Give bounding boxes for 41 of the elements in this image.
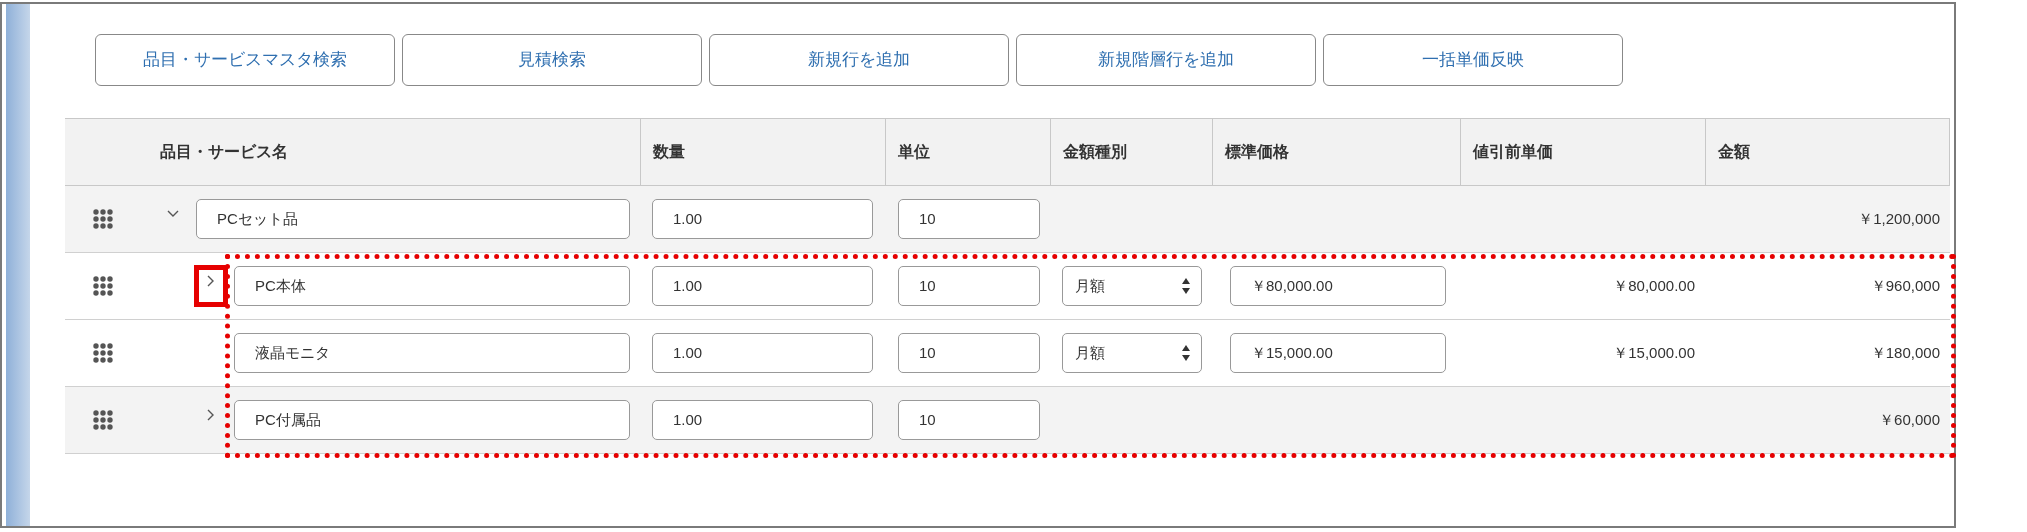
drag-handle-icon[interactable] bbox=[92, 209, 113, 229]
toolbar-button[interactable]: 品目・サービスマスタ検索 bbox=[95, 34, 395, 86]
column-header: 金額種別 bbox=[1063, 142, 1127, 162]
toolbar-button[interactable]: 一括単価反映 bbox=[1323, 34, 1623, 86]
quantity-field[interactable]: 1.00 bbox=[652, 400, 873, 440]
amount-value: ￥60,000 bbox=[1879, 410, 1940, 428]
unit-field[interactable]: 10 bbox=[898, 199, 1040, 239]
toolbar-button[interactable]: 新規階層行を追加 bbox=[1016, 34, 1316, 86]
item-name-field[interactable]: PC本体 bbox=[234, 266, 630, 306]
unit-field[interactable]: 10 bbox=[898, 400, 1040, 440]
drag-handle-icon[interactable] bbox=[92, 276, 113, 296]
toolbar-button[interactable]: 新規行を追加 bbox=[709, 34, 1009, 86]
drag-handle-icon[interactable] bbox=[92, 343, 113, 363]
sort-arrows-icon bbox=[1181, 277, 1191, 295]
amount-value: ￥180,000 bbox=[1870, 343, 1940, 361]
column-header: 数量 bbox=[653, 142, 685, 162]
quantity-field[interactable]: 1.00 bbox=[652, 199, 873, 239]
item-name-field[interactable]: PC付属品 bbox=[234, 400, 630, 440]
unit-field[interactable]: 10 bbox=[898, 333, 1040, 373]
quantity-field[interactable]: 1.00 bbox=[652, 333, 873, 373]
standard-price-field[interactable]: ￥80,000.00 bbox=[1230, 266, 1446, 306]
column-header: 値引前単価 bbox=[1473, 142, 1553, 162]
column-header: 金額 bbox=[1718, 142, 1750, 162]
column-header: 単位 bbox=[898, 142, 930, 162]
sort-arrows-icon bbox=[1181, 344, 1191, 362]
amount-value: ￥960,000 bbox=[1870, 276, 1940, 294]
quantity-field[interactable]: 1.00 bbox=[652, 266, 873, 306]
amount-type-select[interactable]: 月額 bbox=[1062, 266, 1202, 306]
amount-type-select[interactable]: 月額 bbox=[1062, 333, 1202, 373]
amount-value: ￥1,200,000 bbox=[1858, 209, 1940, 227]
standard-price-field[interactable]: ￥15,000.00 bbox=[1230, 333, 1446, 373]
column-header: 品目・サービス名 bbox=[160, 142, 288, 162]
item-name-field[interactable]: PCセット品 bbox=[196, 199, 630, 239]
drag-handle-icon[interactable] bbox=[92, 410, 113, 430]
item-name-field[interactable]: 液晶モニタ bbox=[234, 333, 630, 373]
toolbar-button[interactable]: 見積検索 bbox=[402, 34, 702, 86]
pre-discount-price: ￥80,000.00 bbox=[1613, 276, 1695, 294]
unit-field[interactable]: 10 bbox=[898, 266, 1040, 306]
pre-discount-price: ￥15,000.00 bbox=[1613, 343, 1695, 361]
column-header: 標準価格 bbox=[1225, 142, 1289, 162]
expand-toggle[interactable] bbox=[194, 265, 228, 307]
